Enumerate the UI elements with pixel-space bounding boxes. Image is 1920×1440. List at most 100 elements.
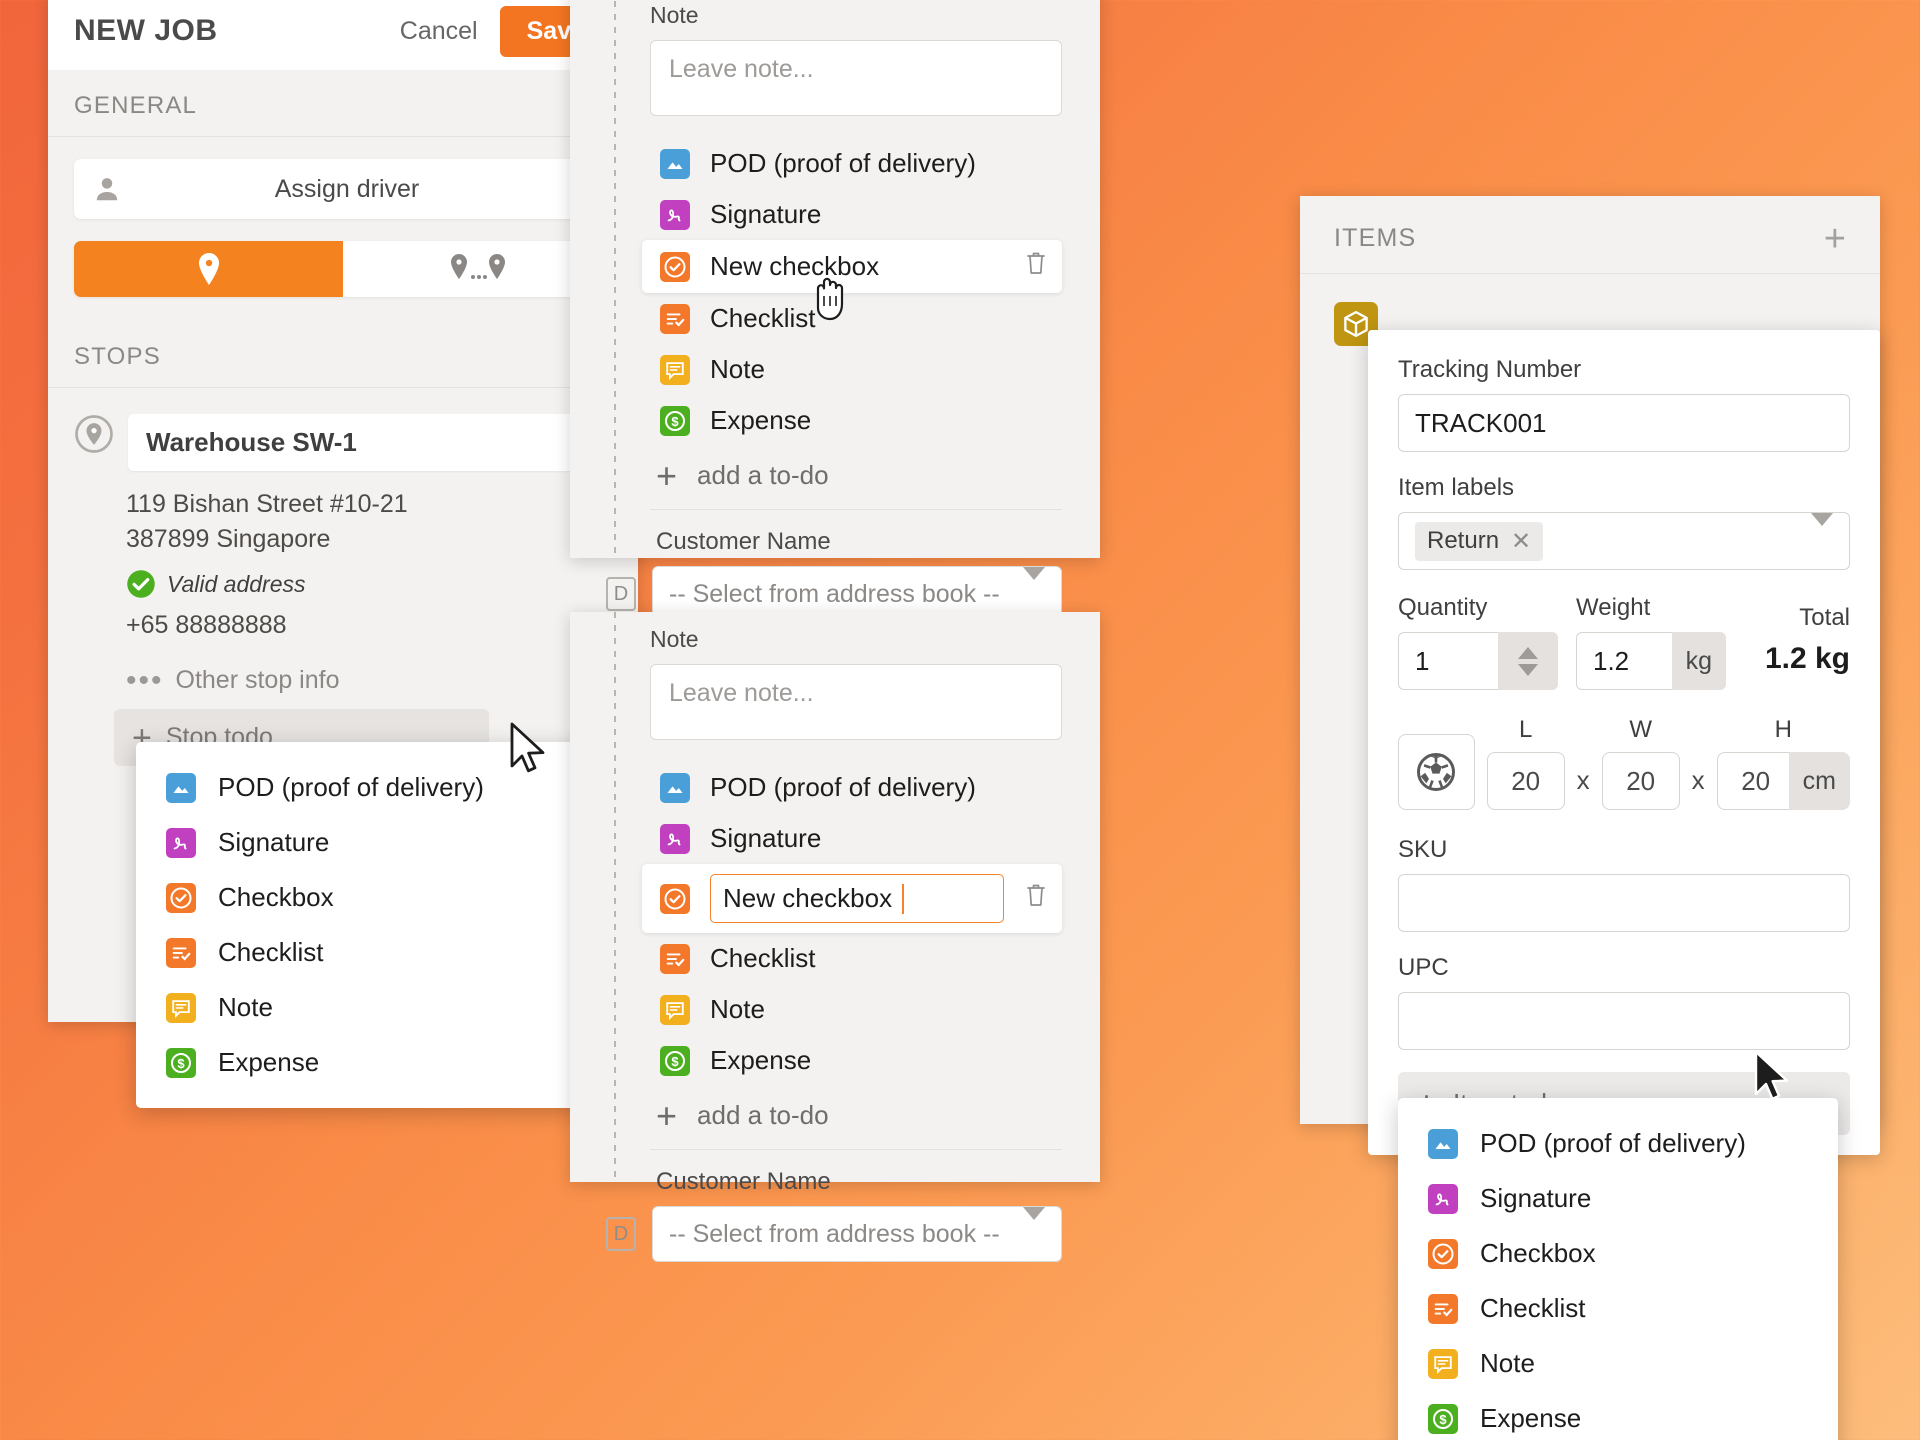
stop-name-input[interactable]: Warehouse SW-1 [128,414,612,471]
menu-item-expense[interactable]: $ Expense [136,1035,591,1090]
stop-card: Warehouse SW-1 119 Bishan Street #10-21 … [48,388,638,792]
todo-item-pod[interactable]: POD (proof of delivery) [650,138,1062,189]
todo-item-expense[interactable]: $ Expense [650,1035,1062,1086]
customer-name-label: Customer Name [656,1168,831,1195]
item-labels-select[interactable]: Return ✕ [1398,512,1850,570]
todo-item-expense[interactable]: $ Expense [650,395,1062,446]
delivery-badge: D [606,577,636,611]
add-item-button[interactable]: + [1824,220,1846,258]
menu-item-note[interactable]: Note [136,980,591,1035]
svg-text:$: $ [671,1054,679,1069]
menu-item-label: Checkbox [218,882,334,912]
panel-header: NEW JOB Cancel Save [48,0,638,70]
menu-item-pod[interactable]: POD (proof of delivery) [1398,1116,1838,1171]
menu-item-signature[interactable]: Signature [136,815,591,870]
todo-item-new-checkbox[interactable]: New checkbox [642,240,1062,293]
todo-item-label: Note [710,994,765,1024]
checkbox-icon [1428,1238,1458,1269]
todo-item-pod[interactable]: POD (proof of delivery) [650,762,1062,813]
quantity-input[interactable]: 1 [1398,632,1504,690]
sku-label: SKU [1398,836,1448,863]
dim-height-label: H [1774,716,1792,743]
upc-input[interactable] [1398,992,1850,1050]
add-todo-button[interactable]: + add a to-do [650,1086,1062,1150]
menu-item-label: Signature [1480,1183,1592,1213]
customer-name-select[interactable]: -- Select from address book -- [652,1206,1062,1262]
svg-text:$: $ [1439,1412,1447,1427]
chevron-down-icon [1023,1206,1045,1248]
weight-unit: kg [1671,632,1726,690]
menu-item-signature[interactable]: Signature [1398,1171,1838,1226]
todo-item-signature[interactable]: Signature [650,813,1062,864]
todo-item-checklist[interactable]: Checklist [650,933,1062,984]
menu-item-label: Note [218,992,273,1022]
chevron-down-icon [1023,566,1045,608]
todo-item-checklist[interactable]: Checklist [650,293,1062,344]
delete-icon[interactable] [1024,882,1048,915]
todo-item-label: Checklist [710,303,816,333]
todo-item-note[interactable]: Note [650,344,1062,395]
todo-label-value: New checkbox [723,883,893,913]
stepper-down-icon[interactable] [1518,663,1538,676]
menu-item-checklist[interactable]: Checklist [1398,1281,1838,1336]
dim-length-input[interactable]: 20 [1486,752,1565,810]
dim-separator: x [1691,765,1705,795]
note-input[interactable]: Leave note... [650,40,1062,116]
pod-icon [660,772,690,803]
todo-item-signature[interactable]: Signature [650,189,1062,240]
stop-todo-editor-panel-bottom: Note Leave note... POD (proof of deliver… [570,612,1100,1262]
menu-item-label: POD (proof of delivery) [1480,1128,1746,1158]
checklist-icon [166,937,196,968]
assign-driver-select[interactable]: Assign driver [74,159,612,219]
total-value: 1.2 kg [1764,642,1850,675]
valid-address-status: Valid address [126,569,612,599]
dim-width-input[interactable]: 20 [1601,752,1680,810]
todo-item-label: New checkbox [710,251,880,281]
tracking-number-label: Tracking Number [1398,356,1582,383]
menu-item-note[interactable]: Note [1398,1336,1838,1391]
menu-item-expense[interactable]: $ Expense [1398,1391,1838,1440]
shape-ball-icon[interactable] [1398,734,1475,810]
menu-item-checklist[interactable]: Checklist [136,925,591,980]
label-chip[interactable]: Return ✕ [1415,521,1544,561]
dim-separator: x [1576,765,1590,795]
customer-name-value: -- Select from address book -- [669,1219,1000,1248]
note-label: Note [650,626,699,652]
single-stop-tab[interactable] [74,241,343,297]
stop-pin-icon [75,415,113,453]
quantity-stepper[interactable] [1498,632,1558,690]
soccer-ball-icon [1417,753,1456,791]
menu-item-pod[interactable]: POD (proof of delivery) [136,760,591,815]
stepper-up-icon[interactable] [1518,646,1538,659]
menu-item-label: Checkbox [1480,1238,1596,1268]
tracking-number-input[interactable]: TRACK001 [1398,394,1850,452]
delete-icon[interactable] [1024,250,1048,283]
add-todo-button[interactable]: + add a to-do [650,446,1062,510]
todo-label-input[interactable]: New checkbox [710,874,1004,923]
cancel-button[interactable]: Cancel [400,17,478,46]
close-icon[interactable]: ✕ [1511,527,1531,556]
stops-label: STOPS [74,343,161,370]
note-input[interactable]: Leave note... [650,664,1062,740]
menu-item-checkbox[interactable]: Checkbox [1398,1226,1838,1281]
checklist-icon [660,303,690,334]
multi-pin-icon [450,254,505,279]
item-todo-dropdown[interactable]: POD (proof of delivery) Signature Checkb… [1398,1098,1838,1440]
pod-icon [1428,1128,1458,1159]
expense-icon: $ [660,405,690,436]
menu-item-checkbox[interactable]: Checkbox [136,870,591,925]
other-stop-info-label: Other stop info [175,666,340,694]
checklist-icon [660,943,690,974]
weight-input[interactable]: 1.2 [1576,632,1678,690]
other-stop-info-button[interactable]: ••• Other stop info [126,665,612,695]
sku-input[interactable] [1398,874,1850,932]
todo-item-label: Signature [710,823,822,853]
stop-todo-dropdown[interactable]: POD (proof of delivery) Signature Checkb… [136,742,591,1108]
todo-item-editing[interactable]: New checkbox [642,864,1062,933]
todo-item-note[interactable]: Note [650,984,1062,1035]
stop-mode-toggle[interactable] [74,241,612,297]
note-icon [660,354,690,385]
general-label: GENERAL [74,92,198,119]
dim-height-input[interactable]: 20 [1716,752,1795,810]
stop-todo-editor-panel-top: Note Leave note... POD (proof of deliver… [570,0,1100,622]
